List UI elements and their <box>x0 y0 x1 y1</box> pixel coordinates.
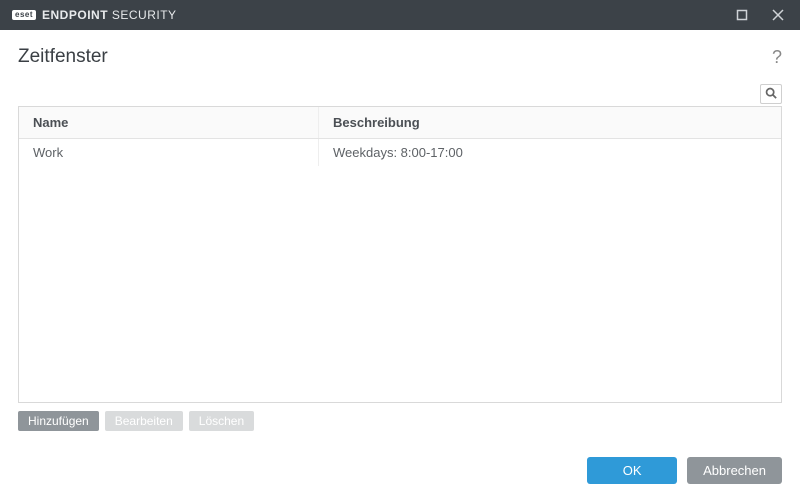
search-row <box>18 84 782 104</box>
edit-button: Bearbeiten <box>105 411 183 431</box>
search-button[interactable] <box>760 84 782 104</box>
window-close-button[interactable] <box>764 3 792 27</box>
search-icon <box>765 87 777 102</box>
add-button[interactable]: Hinzufügen <box>18 411 99 431</box>
content-header: Zeitfenster ? <box>18 46 782 68</box>
cell-name: Work <box>19 139 319 166</box>
page-title: Zeitfenster <box>18 46 108 68</box>
column-header-description[interactable]: Beschreibung <box>319 107 781 138</box>
window-controls <box>728 3 792 27</box>
brand-text: ENDPOINT SECURITY <box>42 8 177 22</box>
table-header-row: Name Beschreibung <box>19 107 781 139</box>
brand-text-light: SECURITY <box>108 8 177 22</box>
time-slots-table: Name Beschreibung Work Weekdays: 8:00-17… <box>18 106 782 403</box>
delete-button: Löschen <box>189 411 254 431</box>
table-row[interactable]: Work Weekdays: 8:00-17:00 <box>19 139 781 166</box>
table-actions: Hinzufügen Bearbeiten Löschen <box>18 411 782 431</box>
table-body: Work Weekdays: 8:00-17:00 <box>19 139 781 402</box>
window-maximize-button[interactable] <box>728 3 756 27</box>
ok-button[interactable]: OK <box>587 457 677 484</box>
brand-badge: eset <box>12 10 36 20</box>
column-header-name[interactable]: Name <box>19 107 319 138</box>
cell-description: Weekdays: 8:00-17:00 <box>319 139 781 166</box>
cancel-button[interactable]: Abbrechen <box>687 457 782 484</box>
brand: eset ENDPOINT SECURITY <box>12 8 177 22</box>
window-titlebar: eset ENDPOINT SECURITY <box>0 0 800 30</box>
help-button[interactable]: ? <box>772 48 782 66</box>
brand-text-strong: ENDPOINT <box>42 8 108 22</box>
content-area: Zeitfenster ? Name Beschreibung Work Wee… <box>0 30 800 445</box>
dialog-footer: OK Abbrechen <box>0 445 800 500</box>
